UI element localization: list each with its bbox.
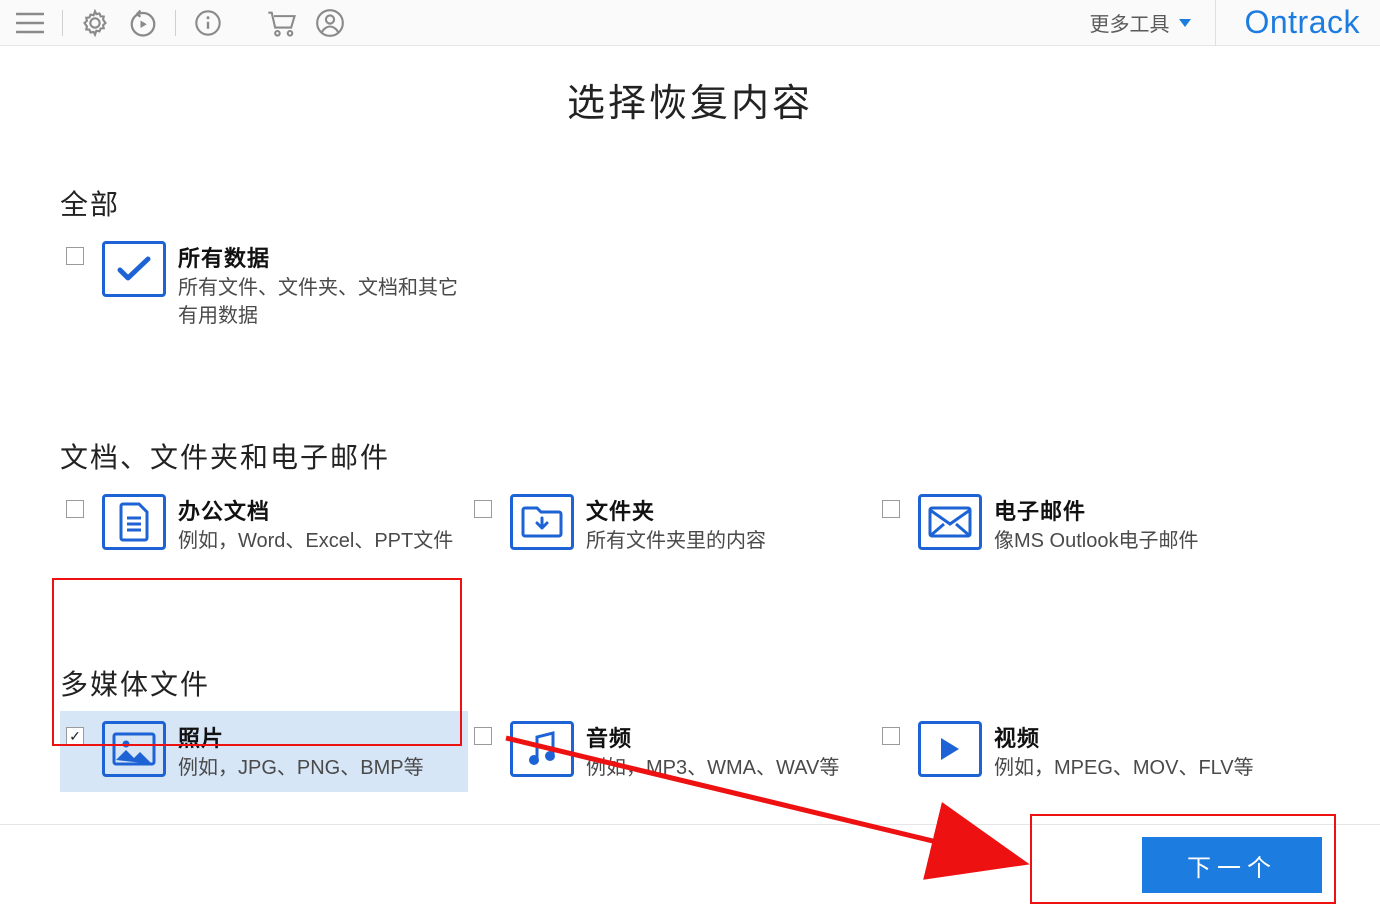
user-icon xyxy=(316,9,344,37)
option-desc: 例如，Word、Excel、PPT文件 xyxy=(178,527,453,555)
settings-button[interactable] xyxy=(75,5,115,41)
option-title: 所有数据 xyxy=(178,241,458,273)
option-title: 办公文档 xyxy=(178,494,453,526)
checkbox-office[interactable] xyxy=(66,500,84,518)
checkbox-video[interactable] xyxy=(882,727,900,745)
chevron-down-icon xyxy=(1179,19,1191,27)
page-title: 选择恢复内容 xyxy=(0,72,1380,127)
option-video[interactable]: 视频 例如，MPEG、MOV、FLV等 xyxy=(876,711,1284,792)
option-desc: 像MS Outlook电子邮件 xyxy=(994,527,1198,555)
menu-button[interactable] xyxy=(10,5,50,41)
info-button[interactable] xyxy=(188,5,228,41)
option-photos[interactable]: 照片 例如，JPG、PNG、BMP等 xyxy=(60,711,468,792)
document-icon xyxy=(117,502,151,542)
resume-button[interactable] xyxy=(123,5,163,41)
folders-icon xyxy=(510,494,574,550)
option-title: 音频 xyxy=(586,721,839,753)
checkbox-emails[interactable] xyxy=(882,500,900,518)
emails-icon xyxy=(918,494,982,550)
hamburger-icon xyxy=(16,12,44,34)
checkmark-icon xyxy=(116,255,152,283)
gear-icon xyxy=(81,9,109,37)
option-desc: 所有文件、文件夹、文档和其它有用数据 xyxy=(178,274,458,330)
option-office-docs[interactable]: 办公文档 例如，Word、Excel、PPT文件 xyxy=(60,484,468,565)
next-button-label: 下一个 xyxy=(1187,848,1277,883)
more-tools-label: 更多工具 xyxy=(1089,8,1169,37)
next-button[interactable]: 下一个 xyxy=(1142,837,1322,893)
info-icon xyxy=(194,9,222,37)
option-desc: 例如，MPEG、MOV、FLV等 xyxy=(994,754,1254,782)
section-title-docs: 文档、文件夹和电子邮件 xyxy=(60,436,1320,476)
photos-icon xyxy=(102,721,166,777)
checkbox-photos[interactable] xyxy=(66,727,84,745)
account-button[interactable] xyxy=(310,5,350,41)
toolbar-left-group xyxy=(10,5,350,41)
office-docs-icon xyxy=(102,494,166,550)
more-tools-dropdown[interactable]: 更多工具 xyxy=(1065,8,1215,37)
brand-logo: Ontrack xyxy=(1215,0,1360,46)
option-desc: 例如，MP3、WMA、WAV等 xyxy=(586,754,839,782)
cart-button[interactable] xyxy=(262,5,302,41)
option-desc: 所有文件夹里的内容 xyxy=(586,527,766,555)
option-emails[interactable]: 电子邮件 像MS Outlook电子邮件 xyxy=(876,484,1284,565)
option-title: 电子邮件 xyxy=(994,494,1198,526)
replay-icon xyxy=(128,8,158,38)
option-title: 视频 xyxy=(994,721,1254,753)
option-title: 照片 xyxy=(178,721,424,753)
section-title-all: 全部 xyxy=(60,183,1320,223)
all-data-icon xyxy=(102,241,166,297)
option-audio[interactable]: 音频 例如，MP3、WMA、WAV等 xyxy=(468,711,876,792)
toolbar-separator xyxy=(62,10,63,36)
checkbox-folders[interactable] xyxy=(474,500,492,518)
cart-icon xyxy=(266,8,298,38)
envelope-icon xyxy=(928,506,972,538)
music-note-icon xyxy=(525,731,559,767)
top-toolbar: 更多工具 Ontrack xyxy=(0,0,1380,46)
section-title-media: 多媒体文件 xyxy=(60,663,1320,703)
checkbox-all-data[interactable] xyxy=(66,247,84,265)
checkbox-audio[interactable] xyxy=(474,727,492,745)
option-all-data[interactable]: 所有数据 所有文件、文件夹、文档和其它有用数据 xyxy=(60,231,468,340)
folder-download-icon xyxy=(520,504,564,540)
option-desc: 例如，JPG、PNG、BMP等 xyxy=(178,754,424,782)
audio-icon xyxy=(510,721,574,777)
option-title: 文件夹 xyxy=(586,494,766,526)
toolbar-separator xyxy=(175,10,176,36)
play-icon xyxy=(938,736,962,762)
picture-icon xyxy=(112,732,156,766)
video-icon xyxy=(918,721,982,777)
option-folders[interactable]: 文件夹 所有文件夹里的内容 xyxy=(468,484,876,565)
